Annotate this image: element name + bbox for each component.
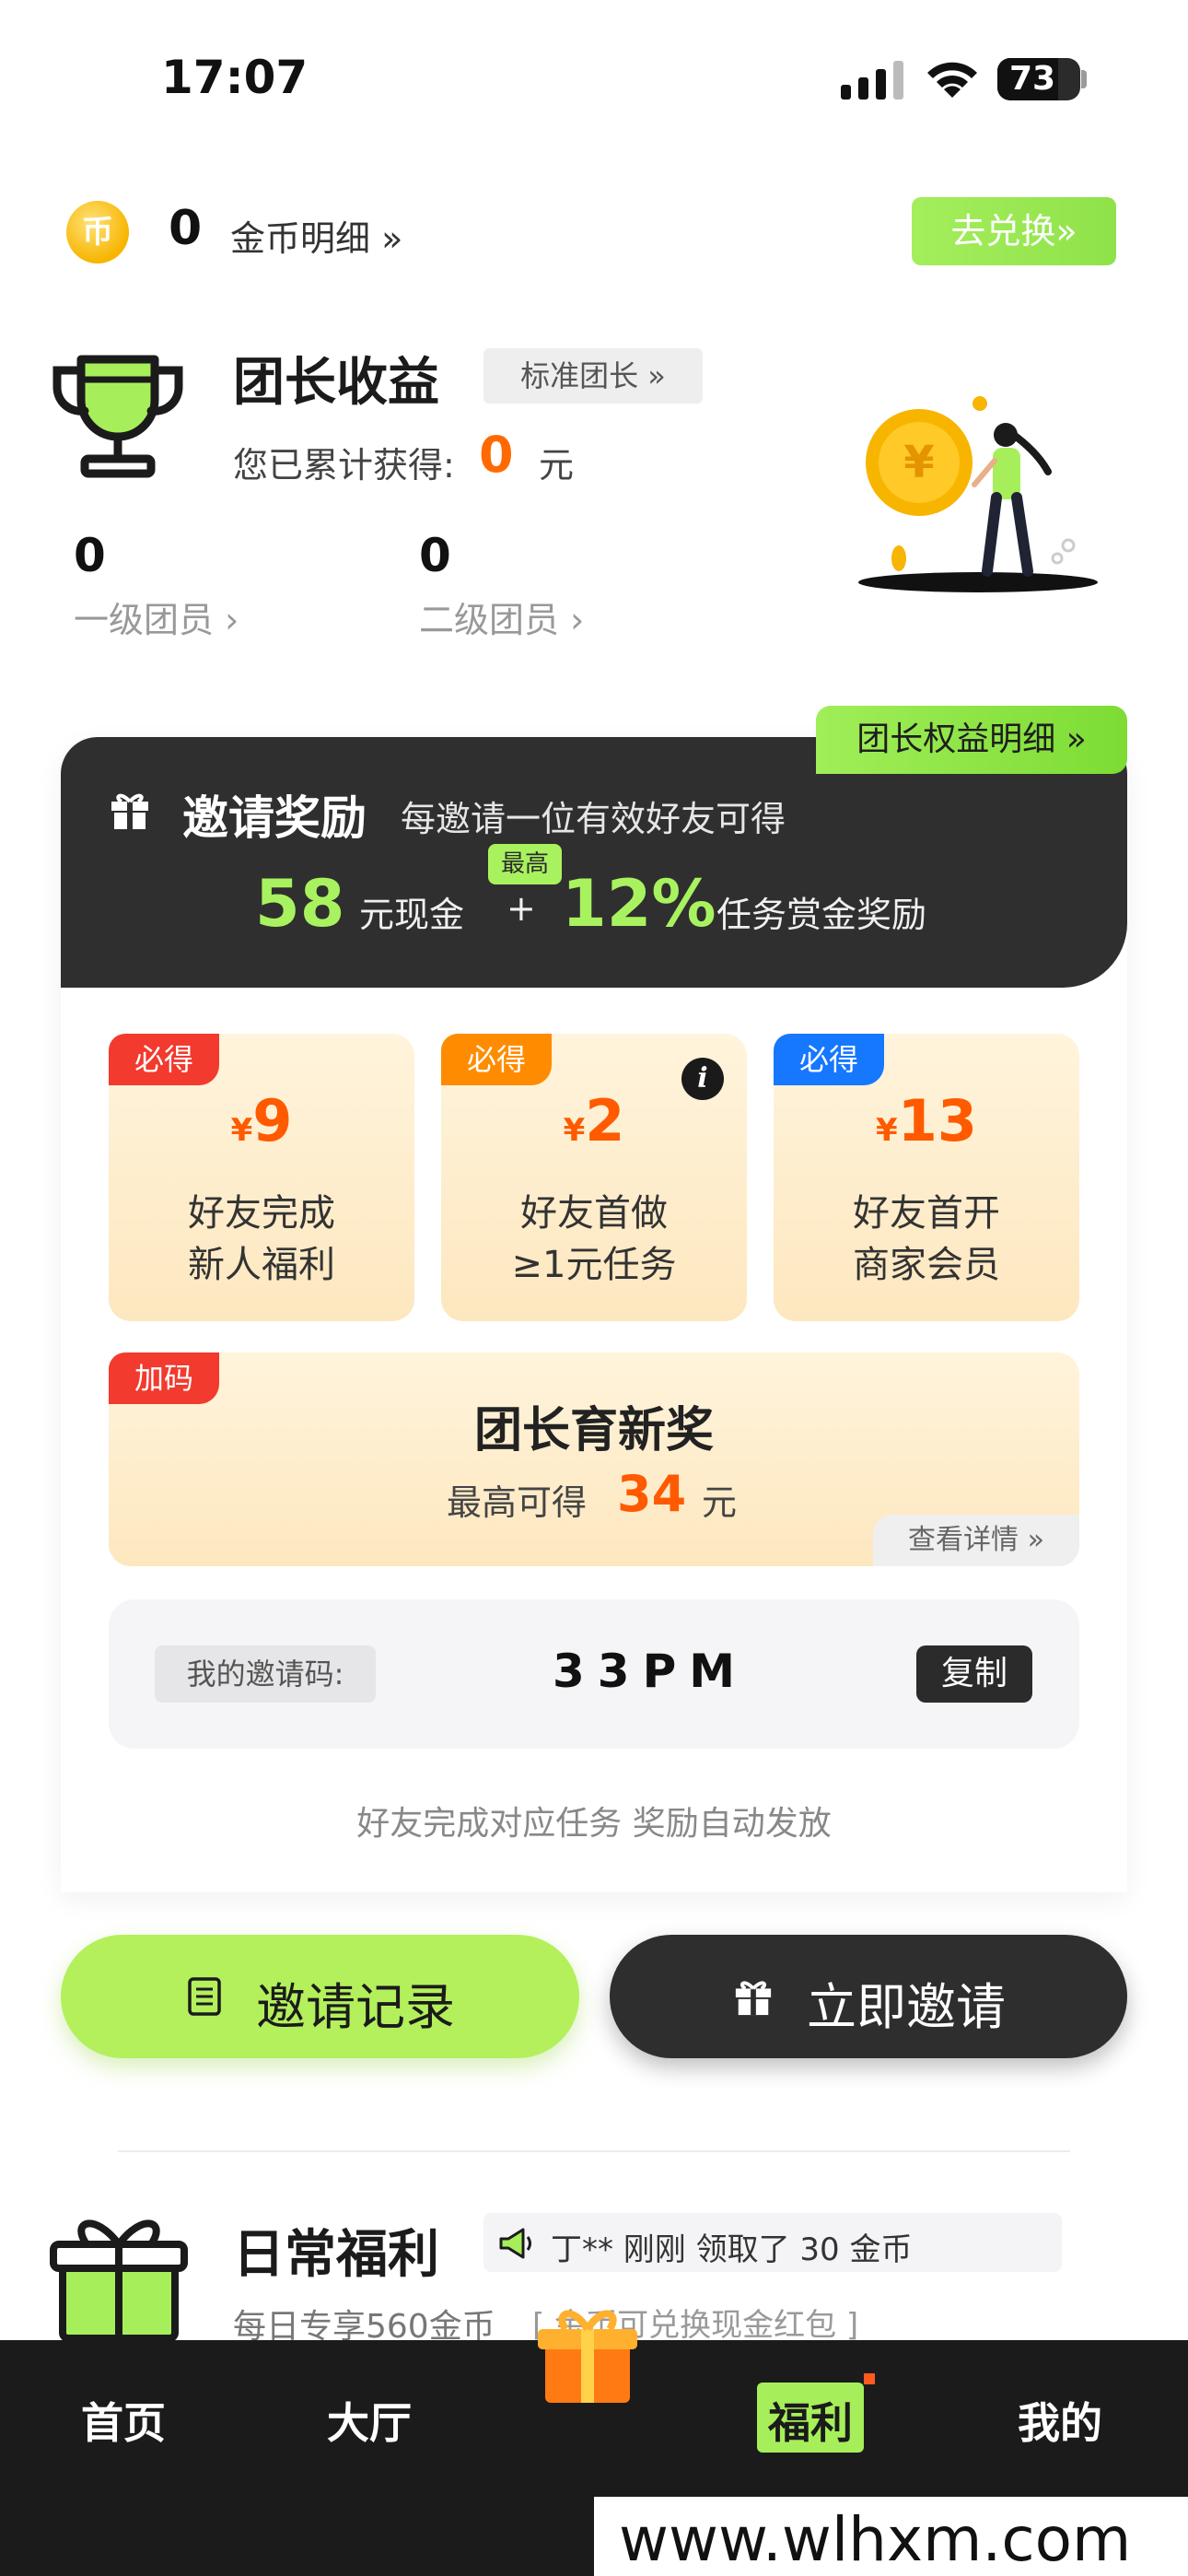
- megaphone-icon: [499, 2228, 531, 2259]
- marquee-text: 丁** 刚刚 领取了 30 金币: [551, 2231, 913, 2268]
- invite-card-header: [61, 737, 1127, 988]
- coin-count: 0: [169, 201, 203, 256]
- reward-line1: 好友首做: [520, 1192, 668, 1235]
- reward-amount: ¥2: [563, 1087, 625, 1154]
- daily-welfare-title: 日常福利: [233, 2225, 439, 2285]
- reward-line2: 商家会员: [853, 1244, 1000, 1286]
- gift-box-icon: [50, 2219, 188, 2342]
- invite-reward-title: 邀请奖励: [182, 791, 367, 845]
- tab-home[interactable]: 首页: [81, 2390, 166, 2451]
- cash-reward-label: 元现金: [359, 895, 465, 935]
- tier2-link[interactable]: 二级团员 ›: [419, 591, 584, 642]
- tab-mine[interactable]: 我的: [1018, 2390, 1102, 2451]
- list-icon: [188, 1977, 221, 2016]
- wifi-icon: [927, 62, 977, 98]
- reward-tag: 必得: [441, 1034, 552, 1085]
- battery-level: 73: [1008, 60, 1056, 98]
- invite-code-label: 我的邀请码:: [155, 1645, 376, 1703]
- exchange-button[interactable]: 去兑换»: [912, 197, 1116, 265]
- invite-reward-desc: 每邀请一位有效好友可得: [401, 799, 786, 839]
- leader-level-badge[interactable]: 标准团长 »: [483, 348, 703, 404]
- task-reward-percent: 12%: [562, 866, 716, 942]
- reward-amount: ¥9: [230, 1087, 293, 1154]
- tier1-count: 0: [74, 529, 106, 582]
- cellular-signal-icon: [841, 61, 903, 100]
- svg-text:¥: ¥: [903, 437, 934, 488]
- reward-tag: 必得: [774, 1034, 884, 1085]
- center-gift-tab-icon[interactable]: [532, 2300, 643, 2410]
- tier1-link[interactable]: 一级团员 ›: [74, 591, 239, 642]
- plus-sign: +: [507, 888, 536, 929]
- copy-button[interactable]: 复制: [916, 1645, 1032, 1703]
- task-reward-label: 任务赏金奖励: [716, 895, 927, 935]
- reward-amount: ¥13: [876, 1087, 977, 1154]
- bonus-line: 最高可得: [447, 1482, 588, 1523]
- reward-line2: 新人福利: [188, 1244, 335, 1286]
- reward-line1: 好友完成: [188, 1192, 335, 1235]
- invite-code-value: 33PM: [553, 1645, 748, 1698]
- coin-woman-illustration: ¥: [858, 396, 1098, 592]
- invite-record-label: 邀请记录: [256, 1978, 455, 2036]
- max-badge: 最高: [488, 844, 562, 884]
- earned-unit: 元: [539, 445, 575, 486]
- trophy-icon: [52, 355, 183, 478]
- watermark-text: www.wlhxm.com: [619, 2504, 1132, 2575]
- reward-line1: 好友首开: [853, 1192, 1000, 1235]
- view-details-button[interactable]: 查看详情 »: [873, 1515, 1079, 1566]
- coin-icon: 币: [66, 201, 129, 263]
- auto-payout-note: 好友完成对应任务 奖励自动发放: [356, 1805, 832, 1843]
- earned-label: 您已累计获得:: [233, 445, 455, 486]
- reward-tag: 必得: [109, 1034, 219, 1085]
- bonus-unit: 元: [702, 1482, 738, 1523]
- status-time: 17:07: [161, 51, 309, 104]
- invite-now-label: 立即邀请: [807, 1978, 1006, 2036]
- cash-reward-value: 58: [255, 866, 345, 942]
- battery-cap: [1081, 70, 1087, 88]
- battery-indicator: 73: [997, 58, 1080, 100]
- earned-value: 0: [479, 426, 514, 484]
- bonus-value: 34: [617, 1465, 687, 1523]
- gift-icon: [111, 793, 148, 829]
- reward-line2: ≥1元任务: [511, 1244, 677, 1286]
- tab-hall[interactable]: 大厅: [327, 2390, 412, 2451]
- leader-earnings-title: 团长收益: [233, 353, 439, 413]
- bonus-title: 团长育新奖: [473, 1403, 714, 1458]
- coin-detail-link[interactable]: 金币明细 »: [230, 210, 402, 261]
- gift-icon: [735, 1981, 772, 2016]
- leader-rights-link[interactable]: 团长权益明细 »: [816, 706, 1127, 774]
- tab-welfare[interactable]: 福利: [768, 2390, 853, 2451]
- notification-dot: [864, 2373, 875, 2384]
- tier2-count: 0: [419, 529, 451, 582]
- section-divider: [118, 2150, 1070, 2152]
